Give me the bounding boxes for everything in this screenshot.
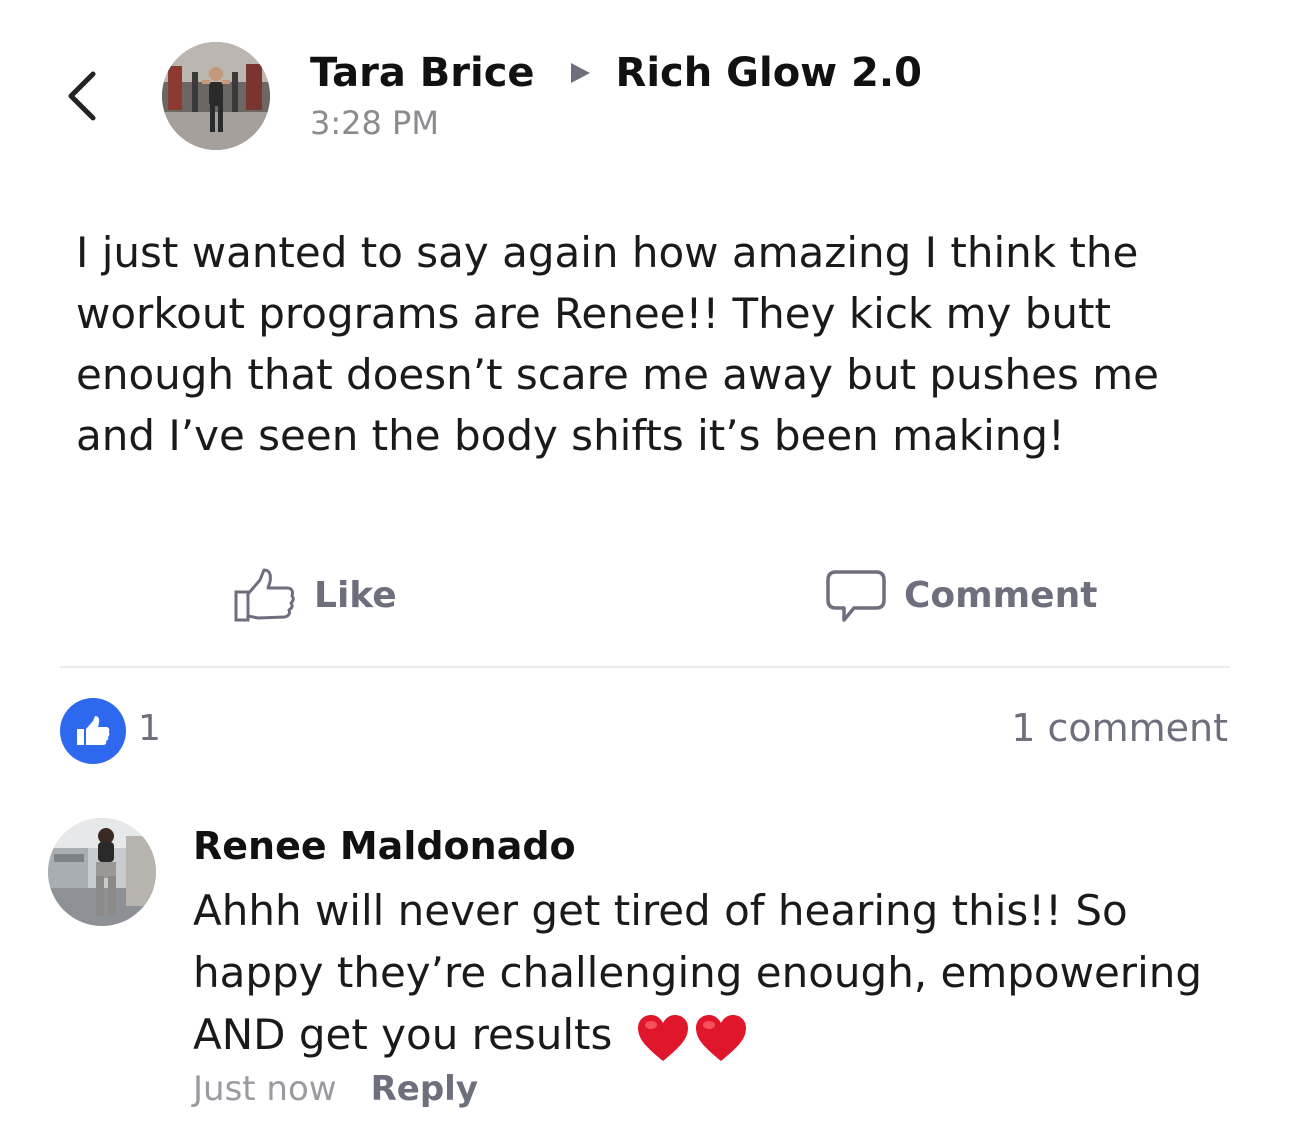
divider xyxy=(60,666,1230,668)
triangle-right-icon xyxy=(570,63,590,83)
comment-text: Ahhh will never get tired of hearing thi… xyxy=(193,880,1253,1066)
comment-meta: Just now Reply xyxy=(193,1066,478,1112)
thumbs-up-icon xyxy=(77,716,110,745)
author-name[interactable]: Tara Brice xyxy=(310,50,535,96)
like-button[interactable]: Like xyxy=(232,560,397,630)
thumbs-up-outline-icon xyxy=(234,568,295,622)
post-header: Tara Brice Rich Glow 2.0 xyxy=(310,48,922,98)
speech-bubble-icon xyxy=(826,570,886,622)
red-heart-icon xyxy=(637,1014,688,1061)
reply-button[interactable]: Reply xyxy=(371,1069,478,1109)
avatar-photo xyxy=(162,42,270,150)
red-heart-icon xyxy=(695,1014,746,1061)
author-avatar[interactable] xyxy=(162,42,270,150)
avatar-photo xyxy=(48,818,156,926)
like-reaction-badge[interactable] xyxy=(60,698,126,764)
heart-emojis xyxy=(636,1013,748,1063)
comment-timestamp: Just now xyxy=(193,1069,337,1109)
commenter-name[interactable]: Renee Maldonado xyxy=(193,824,576,868)
comment-button[interactable]: Comment xyxy=(824,560,1097,630)
back-button[interactable] xyxy=(56,66,108,126)
comment-label: Comment xyxy=(904,574,1098,616)
comment-count[interactable]: 1 comment xyxy=(1011,706,1228,750)
commenter-avatar[interactable] xyxy=(48,818,156,926)
post-body: I just wanted to say again how amazing I… xyxy=(76,228,1159,460)
group-name[interactable]: Rich Glow 2.0 xyxy=(616,50,922,96)
like-label: Like xyxy=(314,574,397,616)
post-timestamp: 3:28 PM xyxy=(310,104,439,142)
chevron-left-icon xyxy=(68,71,96,121)
like-count[interactable]: 1 xyxy=(138,708,161,749)
